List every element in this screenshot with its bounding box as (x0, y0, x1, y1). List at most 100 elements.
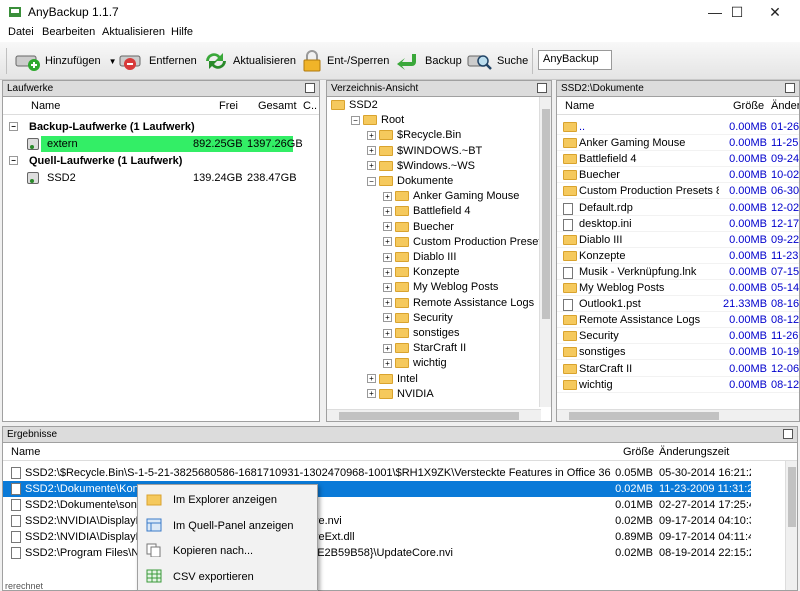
file-row[interactable]: wichtig 0.00MB 08-12 (557, 377, 799, 393)
add-button[interactable]: Hinzufügen ▼ (14, 48, 117, 74)
panel-restore-icon[interactable] (783, 429, 793, 439)
expand-icon[interactable]: + (383, 267, 392, 277)
panel-restore-icon[interactable] (537, 83, 547, 93)
menu-aktualisieren[interactable]: Aktualisieren (102, 26, 165, 38)
tree-node[interactable]: + $Recycle.Bin (367, 129, 551, 145)
file-row[interactable]: .. 0.00MB 01-26 (557, 119, 799, 135)
menu-datei[interactable]: Datei (8, 26, 34, 38)
tree-node[interactable]: + $WINDOWS.~BT (367, 145, 551, 161)
expand-icon[interactable]: + (383, 358, 392, 368)
file-row[interactable]: sonstiges 0.00MB 10-19 (557, 344, 799, 361)
col-modified[interactable]: Änder (771, 100, 799, 112)
tree-node[interactable]: + sonstiges (383, 327, 551, 343)
tree-node[interactable]: + My Weblog Posts (383, 281, 551, 297)
result-row[interactable]: SSD2:\Dokumente\sonstig 0.01MB 02-27-2014 … (3, 497, 751, 513)
result-row[interactable]: SSD2:\$Recycle.Bin\S-1-5-21-3825680586-1… (3, 465, 751, 481)
expand-icon[interactable]: + (383, 252, 392, 262)
expand-icon[interactable]: + (367, 389, 376, 399)
tree-node[interactable]: + Buecher (383, 221, 551, 237)
col-total[interactable]: Gesamt (258, 100, 297, 112)
files-hscroll-thumb[interactable] (569, 412, 719, 420)
collapse-icon[interactable]: − (351, 115, 360, 125)
file-row[interactable]: Anker Gaming Mouse 0.00MB 11-25 (557, 135, 799, 152)
col-c[interactable]: C.. (303, 100, 317, 112)
drive-group-header[interactable]: − Backup-Laufwerke (1 Laufwerk) (3, 119, 319, 135)
tree-node[interactable]: + Diablo III (383, 251, 551, 267)
tree-vertical-scrollbar[interactable] (539, 97, 551, 407)
refresh-button[interactable]: Aktualisieren (202, 48, 296, 74)
menu-hilfe[interactable]: Hilfe (171, 26, 193, 38)
expand-icon[interactable]: + (383, 222, 392, 232)
file-row[interactable]: My Weblog Posts 0.00MB 05-14 (557, 280, 799, 296)
expand-icon[interactable]: + (367, 146, 376, 156)
drive-row[interactable]: extern 892.25GB 1397.26GB (3, 136, 319, 152)
col-modified-time[interactable]: Änderungszeit (659, 446, 729, 458)
collapse-icon[interactable]: − (9, 156, 18, 165)
tree-node[interactable]: + Battlefield 4 (383, 205, 551, 221)
file-row[interactable]: Battlefield 4 0.00MB 09-24 (557, 151, 799, 168)
result-row[interactable]: SSD2:\NVIDIA\DisplayDriv national\Update… (3, 513, 751, 529)
search-button[interactable]: Suche (466, 48, 528, 74)
close-button[interactable]: ✕ (758, 0, 792, 24)
file-row[interactable]: desktop.ini 0.00MB 12-17 (557, 216, 799, 232)
panel-restore-icon[interactable] (305, 83, 315, 93)
tree-node[interactable]: − Root (351, 114, 551, 130)
result-row[interactable]: SSD2:\Program Files\NVID 31B4FA27-8DE1-4… (3, 545, 751, 561)
expand-icon[interactable]: + (383, 206, 392, 216)
tree-node[interactable]: + NVIDIA (367, 388, 551, 404)
col-size[interactable]: Größe (733, 100, 764, 112)
tree-node[interactable]: + Remote Assistance Logs (383, 297, 551, 313)
tree-node[interactable]: + Security (383, 312, 551, 328)
file-row[interactable]: Diablo III 0.00MB 09-22 (557, 232, 799, 248)
menu-bearbeiten[interactable]: Bearbeiten (42, 26, 95, 38)
tree-node[interactable]: SSD2 (331, 99, 531, 115)
file-row[interactable]: Outlook1.pst 21.33MB 08-16 (557, 296, 799, 313)
tree-node[interactable]: + Intel (367, 373, 551, 389)
result-row[interactable]: SSD2:\Dokumente\Konze 0.02MB 11-23-2009 11… (3, 481, 751, 497)
tree-node[interactable]: + Custom Production Presets 8.0 (383, 236, 551, 252)
tree-horizontal-scrollbar[interactable] (327, 409, 541, 421)
col-name[interactable]: Name (31, 100, 60, 112)
expand-icon[interactable]: + (383, 237, 392, 247)
drive-group-header[interactable]: − Quell-Laufwerke (1 Laufwerk) (3, 153, 319, 169)
tree-node[interactable]: − Dokumente (367, 175, 551, 191)
file-row[interactable]: Buecher 0.00MB 10-02 (557, 167, 799, 184)
col-free[interactable]: Frei (219, 100, 238, 112)
tree-hscroll-thumb[interactable] (339, 412, 519, 420)
remove-button[interactable]: Entfernen (118, 48, 197, 74)
file-row[interactable]: Remote Assistance Logs 0.00MB 08-12 (557, 312, 799, 329)
expand-icon[interactable]: + (383, 191, 392, 201)
expand-icon[interactable]: + (383, 313, 392, 323)
results-scroll-thumb[interactable] (788, 467, 796, 527)
context-menu-item[interactable]: CSV exportieren (138, 564, 317, 589)
file-row[interactable]: Konzepte 0.00MB 11-23 (557, 248, 799, 264)
col-name[interactable]: Name (565, 100, 594, 112)
collapse-icon[interactable]: − (9, 122, 18, 131)
file-row[interactable]: Custom Production Presets 8.0 0.00MB 06-30 (557, 183, 799, 200)
lock-button[interactable]: Ent-/Sperren (300, 48, 389, 74)
col-size[interactable]: Größe (623, 446, 654, 458)
context-menu-item[interactable]: Im Quell-Panel anzeigen (138, 513, 317, 538)
file-row[interactable]: Default.rdp 0.00MB 12-02 (557, 200, 799, 216)
tree-node[interactable]: + $Windows.~WS (367, 160, 551, 176)
context-menu-item[interactable]: Im Explorer anzeigen (138, 487, 317, 512)
file-row[interactable]: Musik - Verknüpfung.lnk 0.00MB 07-15 (557, 264, 799, 280)
tree-node[interactable]: + wichtig (383, 357, 551, 373)
maximize-button[interactable]: ☐ (720, 0, 754, 24)
col-name[interactable]: Name (11, 446, 40, 458)
collapse-icon[interactable]: − (367, 176, 376, 186)
expand-icon[interactable]: + (367, 374, 376, 384)
drive-row[interactable]: SSD2 139.24GB 238.47GB (3, 170, 319, 186)
expand-icon[interactable]: + (383, 343, 392, 353)
file-row[interactable]: StarCraft II 0.00MB 12-06 (557, 361, 799, 377)
expand-icon[interactable]: + (367, 130, 376, 140)
backup-button[interactable]: Backup (394, 48, 462, 74)
tree-node[interactable]: + Konzepte (383, 266, 551, 282)
profile-select[interactable]: AnyBackup (538, 50, 612, 70)
file-row[interactable]: Security 0.00MB 11-26 (557, 328, 799, 345)
result-row[interactable]: SSD2:\NVIDIA\DisplayDriv national\Update… (3, 529, 751, 545)
expand-icon[interactable]: + (383, 298, 392, 308)
expand-icon[interactable]: + (383, 282, 392, 292)
panel-restore-icon[interactable] (785, 83, 795, 93)
files-horizontal-scrollbar[interactable] (557, 409, 799, 421)
